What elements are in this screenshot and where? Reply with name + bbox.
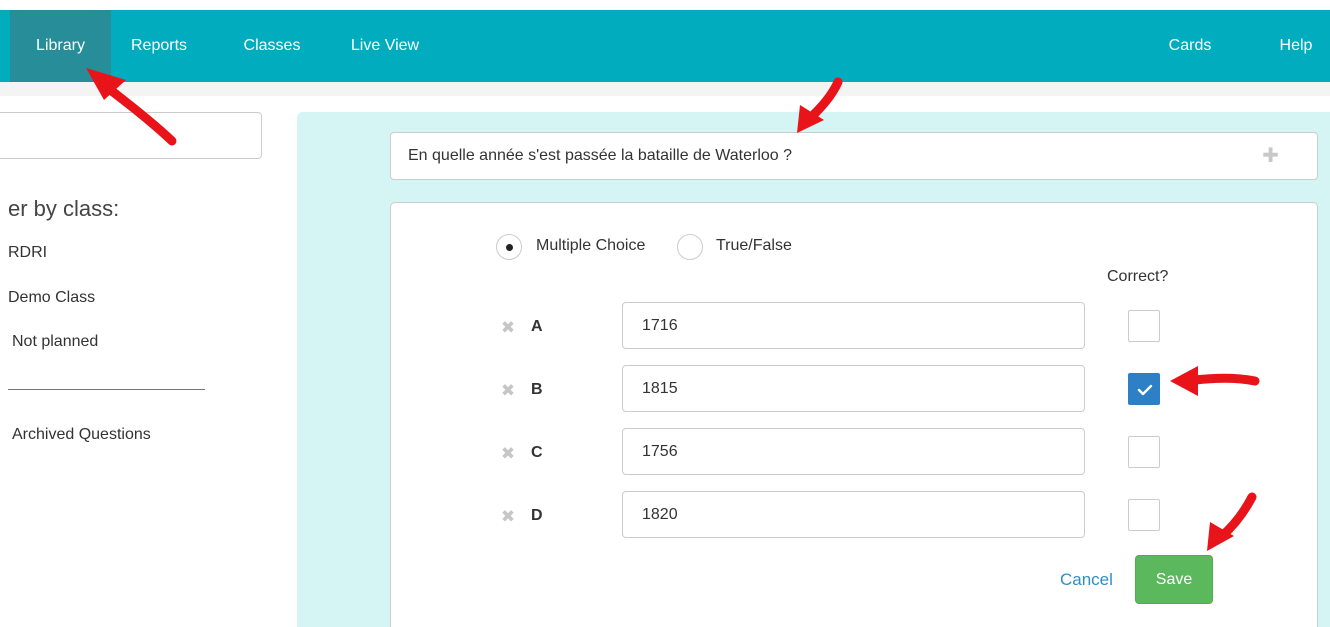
plus-icon[interactable]: ✚ bbox=[1262, 146, 1279, 166]
remove-answer-c-icon[interactable]: ✖ bbox=[500, 445, 516, 462]
sidebar-class-rdri[interactable]: RDRI bbox=[8, 244, 47, 262]
correct-checkbox-a[interactable] bbox=[1128, 310, 1160, 342]
radio-multiple-choice[interactable] bbox=[496, 234, 522, 260]
cancel-button[interactable]: Cancel bbox=[1060, 570, 1113, 590]
nav-library[interactable]: Library bbox=[10, 10, 111, 82]
question-text: En quelle année s'est passée la bataille… bbox=[408, 147, 793, 164]
answer-input-d[interactable]: 1820 bbox=[622, 491, 1085, 538]
answer-letter-b: B bbox=[531, 381, 543, 398]
sidebar-class-not-planned[interactable]: Not planned bbox=[12, 333, 98, 351]
radio-true-false[interactable] bbox=[677, 234, 703, 260]
sidebar-archived-questions[interactable]: Archived Questions bbox=[12, 426, 151, 444]
answer-letter-d: D bbox=[531, 507, 543, 524]
checkmark-icon bbox=[1137, 384, 1153, 396]
correct-checkbox-c[interactable] bbox=[1128, 436, 1160, 468]
remove-answer-b-icon[interactable]: ✖ bbox=[500, 382, 516, 399]
nav-live-view[interactable]: Live View bbox=[335, 10, 435, 82]
nav-reports[interactable]: Reports bbox=[113, 10, 205, 82]
nav-classes[interactable]: Classes bbox=[228, 10, 316, 82]
sidebar-divider bbox=[8, 389, 205, 390]
radio-label-true-false: True/False bbox=[716, 237, 792, 254]
answer-value-c: 1756 bbox=[642, 443, 678, 460]
correct-column-header: Correct? bbox=[1107, 268, 1169, 285]
answer-value-d: 1820 bbox=[642, 506, 678, 523]
answer-letter-c: C bbox=[531, 444, 543, 461]
answer-input-b[interactable]: 1815 bbox=[622, 365, 1085, 412]
correct-checkbox-b[interactable] bbox=[1128, 373, 1160, 405]
filter-by-class-heading: er by class: bbox=[8, 196, 120, 221]
remove-answer-a-icon[interactable]: ✖ bbox=[500, 319, 516, 336]
sidebar-search-input[interactable] bbox=[0, 112, 262, 159]
question-text-input[interactable]: En quelle année s'est passée la bataille… bbox=[390, 132, 1318, 180]
answer-value-a: 1716 bbox=[642, 317, 678, 334]
radio-label-multiple-choice: Multiple Choice bbox=[536, 237, 646, 254]
answer-letter-a: A bbox=[531, 318, 543, 335]
sidebar-class-demo[interactable]: Demo Class bbox=[8, 289, 95, 307]
nav-help[interactable]: Help bbox=[1262, 10, 1330, 82]
remove-answer-d-icon[interactable]: ✖ bbox=[500, 508, 516, 525]
nav-spacer bbox=[0, 82, 1330, 96]
answer-input-a[interactable]: 1716 bbox=[622, 302, 1085, 349]
correct-checkbox-d[interactable] bbox=[1128, 499, 1160, 531]
top-navigation-bar: Library Reports Classes Live View Cards … bbox=[0, 10, 1330, 82]
nav-cards[interactable]: Cards bbox=[1150, 10, 1230, 82]
radio-selected-dot bbox=[506, 244, 513, 251]
save-button[interactable]: Save bbox=[1135, 555, 1213, 604]
answer-value-b: 1815 bbox=[642, 380, 678, 397]
answer-input-c[interactable]: 1756 bbox=[622, 428, 1085, 475]
